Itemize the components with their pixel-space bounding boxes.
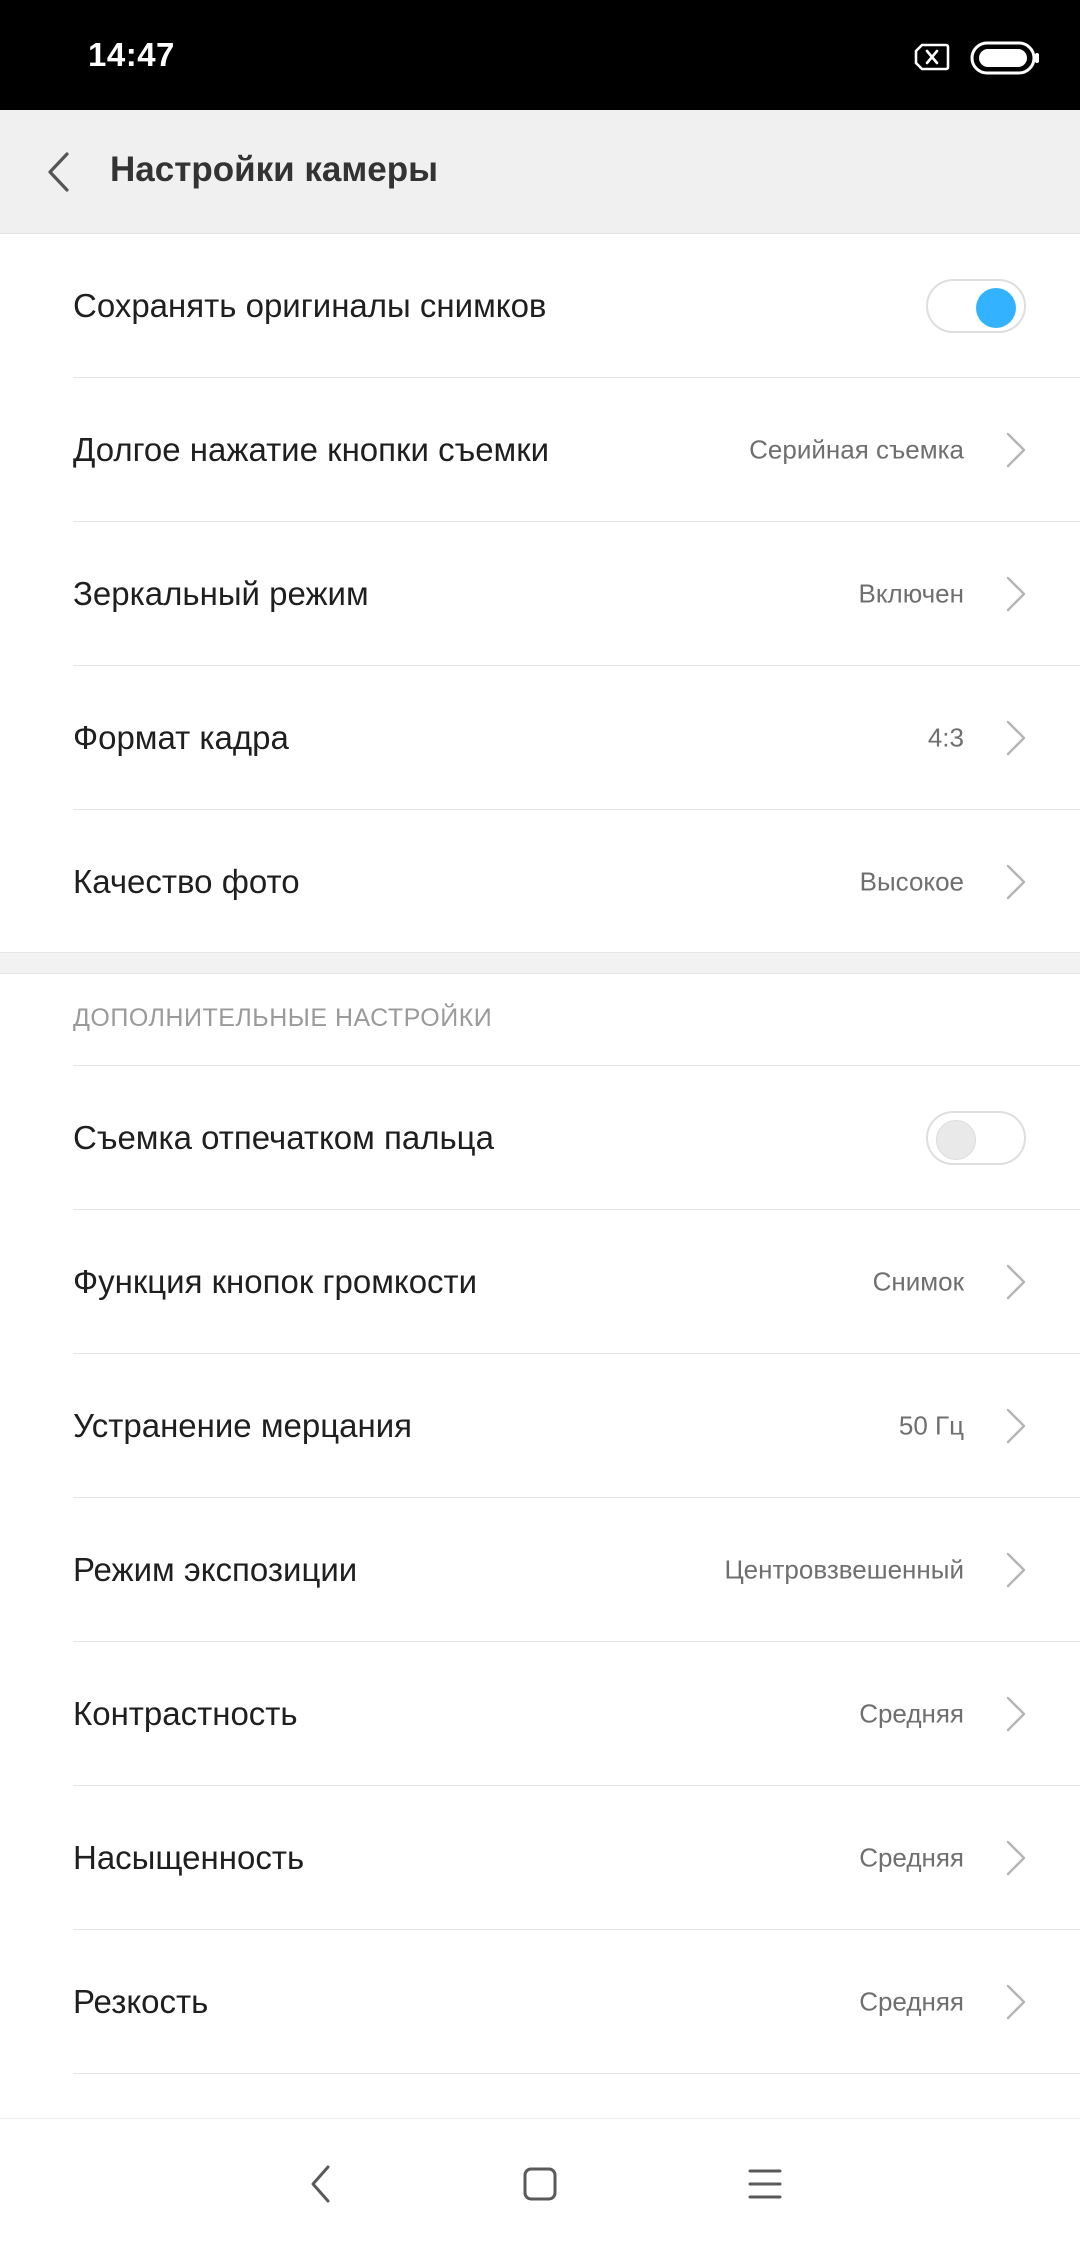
setting-label: Формат кадра [73,718,289,756]
setting-photo-quality[interactable]: Качество фото Высокое [73,810,1080,953]
setting-label: Насыщенность [73,1838,305,1876]
chevron-right-icon [1006,1696,1026,1731]
toggle-knob [936,1119,976,1160]
setting-exposure-mode[interactable]: Режим экспозиции Центровзвешенный [73,1498,1080,1642]
nav-home-icon [523,2167,557,2201]
setting-label: Режим экспозиции [73,1550,358,1588]
setting-long-press-shutter[interactable]: Долгое нажатие кнопки съемки Серийная съ… [73,378,1080,522]
advanced-settings-list: ДОПОЛНИТЕЛЬНЫЕ НАСТРОЙКИ Съемка отпечатк… [0,973,1080,2074]
chevron-right-icon [1006,1264,1026,1299]
setting-value: Включен [858,578,964,608]
setting-value: Снимок [872,1266,964,1296]
setting-label: Сохранять оригиналы снимков [73,286,547,324]
setting-mirror-mode[interactable]: Зеркальный режим Включен [73,522,1080,666]
save-originals-toggle[interactable] [926,278,1026,333]
app-bar: Настройки камеры [0,110,1080,234]
chevron-right-icon [1006,432,1026,467]
back-chevron-icon [48,152,69,192]
main-settings-list: Сохранять оригиналы снимков Долгое нажат… [0,234,1080,953]
section-header: ДОПОЛНИТЕЛЬНЫЕ НАСТРОЙКИ [73,973,1080,1066]
setting-value: 4:3 [927,722,964,752]
setting-label: Контрастность [73,1694,298,1732]
chevron-right-icon [1006,720,1026,755]
nav-home-button[interactable] [508,2152,572,2216]
setting-save-originals[interactable]: Сохранять оригиналы снимков [73,234,1080,378]
setting-value: Средняя [859,1842,964,1872]
fingerprint-shutter-toggle[interactable] [926,1110,1026,1165]
setting-frame-format[interactable]: Формат кадра 4:3 [73,666,1080,810]
setting-value: Центровзвешенный [724,1554,964,1584]
chevron-right-icon [1006,1984,1026,2019]
setting-value: Средняя [859,1698,964,1728]
status-time: 14:47 [88,36,175,73]
setting-volume-buttons[interactable]: Функция кнопок громкости Снимок [73,1210,1080,1354]
nav-menu-button[interactable] [733,2152,797,2216]
setting-fingerprint-shutter[interactable]: Съемка отпечатком пальца [73,1066,1080,1210]
setting-value: Серийная съемка [749,434,964,464]
setting-saturation[interactable]: Насыщенность Средняя [73,1786,1080,1930]
setting-value: Средняя [859,1986,964,2016]
chevron-right-icon [1006,1552,1026,1587]
nav-back-button[interactable] [288,2152,352,2216]
setting-anti-flicker[interactable]: Устранение мерцания 50 Гц [73,1354,1080,1498]
chevron-right-icon [1006,576,1026,611]
back-button[interactable] [30,138,86,206]
status-bar: 14:47 [0,0,1080,110]
page-title: Настройки камеры [110,150,438,189]
sim-absent-icon [914,43,950,71]
nav-back-icon [311,2165,330,2203]
chevron-right-icon [1006,864,1026,899]
nav-menu-icon [748,2169,782,2199]
chevron-right-icon [1006,1408,1026,1443]
section-header-label: ДОПОЛНИТЕЛЬНЫЕ НАСТРОЙКИ [73,1004,493,1032]
setting-value: 50 Гц [898,1410,964,1440]
setting-value: Высокое [859,866,964,896]
battery-icon [970,41,1039,75]
setting-sharpness[interactable]: Резкость Средняя [73,1930,1080,2074]
system-nav-bar [0,2118,1080,2249]
section-divider [0,952,1080,974]
setting-label: Съемка отпечатком пальца [73,1118,494,1156]
setting-label: Долгое нажатие кнопки съемки [73,430,550,468]
setting-label: Функция кнопок громкости [73,1262,478,1300]
setting-label: Резкость [73,1982,209,2020]
setting-label: Качество фото [73,862,300,900]
setting-label: Устранение мерцания [73,1406,413,1444]
setting-contrast[interactable]: Контрастность Средняя [73,1642,1080,1786]
chevron-right-icon [1006,1840,1026,1875]
setting-label: Зеркальный режим [73,574,369,612]
toggle-knob [976,287,1016,328]
